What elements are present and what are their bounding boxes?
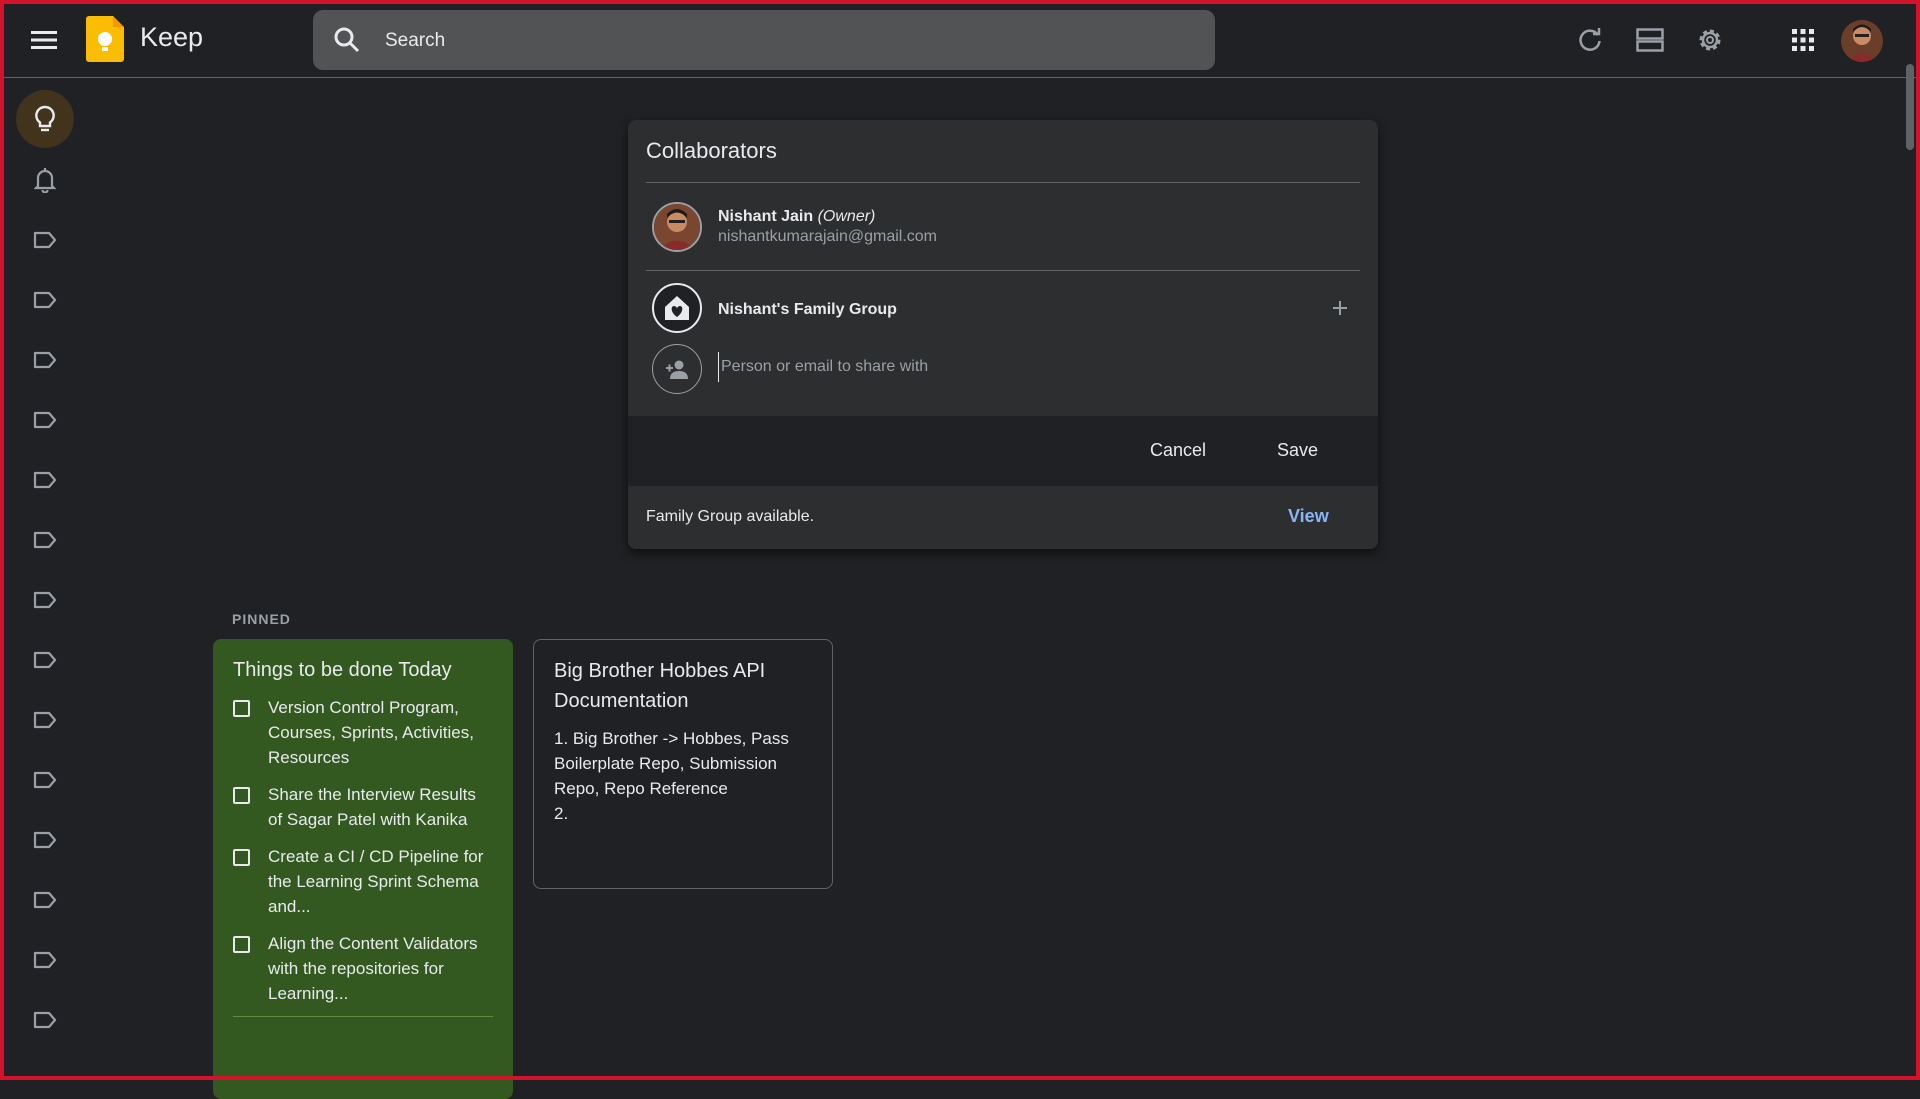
sidebar-item-label[interactable]: [16, 751, 74, 809]
checkbox[interactable]: [233, 936, 250, 953]
app-title[interactable]: Keep: [140, 22, 203, 53]
label-icon: [33, 951, 57, 969]
sidebar-item-label[interactable]: [16, 451, 74, 509]
search-bar[interactable]: [313, 10, 1215, 72]
list-view-icon[interactable]: [1630, 20, 1670, 60]
sidebar-item-label[interactable]: [16, 991, 74, 1049]
checklist-text: Share the Interview Results of Sagar Pat…: [268, 785, 476, 829]
owner-role: (Owner): [817, 208, 876, 225]
checkbox[interactable]: [233, 849, 250, 866]
checklist-text: Version Control Program, Courses, Sprint…: [268, 698, 474, 767]
checklist-item[interactable]: Align the Content Validators with the re…: [233, 931, 493, 1006]
dialog-footer: Family Group available. View: [628, 486, 1378, 549]
note-card[interactable]: Things to be done Today Version Control …: [213, 639, 513, 1099]
label-icon: [33, 231, 57, 249]
checklist-item[interactable]: Version Control Program, Courses, Sprint…: [233, 695, 493, 770]
sidebar-item-label[interactable]: [16, 331, 74, 389]
refresh-icon[interactable]: [1570, 20, 1610, 60]
sidebar-item-label[interactable]: [16, 691, 74, 749]
lightbulb-icon: [35, 105, 55, 132]
scrollbar[interactable]: [1906, 64, 1914, 150]
note-title: Things to be done Today: [233, 659, 452, 681]
account-avatar[interactable]: [1841, 20, 1883, 62]
checklist-item[interactable]: Share the Interview Results of Sagar Pat…: [233, 782, 493, 832]
label-icon: [33, 291, 57, 309]
collaborators-dialog: Collaborators Nishant Jain (Owner) nisha…: [628, 120, 1378, 549]
owner-email: nishantkumarajain@gmail.com: [718, 228, 937, 245]
family-group-name: Nishant's Family Group: [718, 301, 897, 318]
apps-grid-icon[interactable]: [1783, 20, 1823, 60]
checkbox[interactable]: [233, 700, 250, 717]
sidebar-item-label[interactable]: [16, 571, 74, 629]
sidebar-item-label[interactable]: [16, 811, 74, 869]
divider: [646, 270, 1360, 271]
label-icon: [33, 471, 57, 489]
sidebar-item-notes[interactable]: [16, 90, 74, 148]
search-icon[interactable]: [333, 26, 361, 59]
sidebar-item-label[interactable]: [16, 631, 74, 689]
checklist-item[interactable]: Create a CI / CD Pipeline for the Learni…: [233, 844, 493, 919]
label-icon: [33, 651, 57, 669]
gear-icon[interactable]: [1690, 20, 1730, 60]
sidebar-item-label[interactable]: [16, 211, 74, 269]
owner-avatar: [652, 202, 702, 252]
share-input[interactable]: [718, 352, 1323, 382]
keep-logo[interactable]: [86, 16, 124, 62]
owner-name-text: Nishant Jain: [718, 208, 814, 225]
pinned-section-label: PINNED: [232, 611, 291, 627]
label-icon: [33, 711, 57, 729]
hamburger-menu-icon[interactable]: [26, 22, 62, 58]
sidebar-item-label[interactable]: [16, 511, 74, 569]
label-icon: [33, 411, 57, 429]
checkbox[interactable]: [233, 787, 250, 804]
sidebar-item-label[interactable]: [16, 391, 74, 449]
note-title: Big Brother Hobbes API Documentation: [554, 660, 766, 712]
top-bar: Keep: [0, 0, 1920, 78]
label-icon: [33, 891, 57, 909]
label-icon: [33, 771, 57, 789]
note-body: 1. Big Brother -> Hobbes, Pass Boilerpla…: [554, 729, 789, 823]
cancel-button[interactable]: Cancel: [1134, 432, 1222, 469]
label-icon: [33, 351, 57, 369]
note-card[interactable]: Big Brother Hobbes API Documentation 1. …: [533, 639, 833, 889]
label-icon: [33, 831, 57, 849]
add-group-icon[interactable]: [1328, 296, 1352, 320]
view-link[interactable]: View: [1288, 506, 1329, 527]
save-button[interactable]: Save: [1261, 432, 1334, 469]
family-group-icon: [652, 283, 702, 333]
divider: [646, 182, 1360, 183]
owner-name: Nishant Jain (Owner): [718, 208, 875, 226]
checklist-text: Align the Content Validators with the re…: [268, 934, 478, 1003]
search-input[interactable]: [383, 10, 1187, 72]
sidebar-item-label[interactable]: [16, 931, 74, 989]
checklist-text: Create a CI / CD Pipeline for the Learni…: [268, 847, 484, 916]
dialog-actions: Cancel Save: [628, 416, 1378, 486]
family-group-notice: Family Group available.: [646, 508, 815, 525]
label-icon: [33, 531, 57, 549]
sidebar-item-label[interactable]: [16, 271, 74, 329]
label-icon: [33, 591, 57, 609]
divider: [233, 1016, 493, 1017]
sidebar-item-label[interactable]: [16, 871, 74, 929]
dialog-title: Collaborators: [646, 138, 777, 163]
label-icon: [33, 1011, 57, 1029]
sidebar-item-reminders[interactable]: [16, 151, 74, 209]
bell-icon: [34, 168, 56, 193]
add-person-icon: [652, 344, 702, 394]
